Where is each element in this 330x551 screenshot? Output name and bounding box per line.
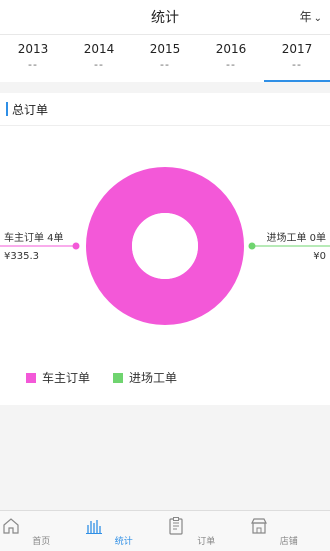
year-tab-2017[interactable]: 2017 --: [264, 35, 330, 82]
tab-home[interactable]: 首页: [0, 511, 83, 551]
tab-stats[interactable]: 统计: [83, 511, 166, 551]
year-tab-2014[interactable]: 2014 --: [66, 35, 132, 82]
legend-label: 进场工单: [129, 369, 177, 386]
period-label: 年: [300, 10, 312, 24]
chart-legend: 车主订单 进场工单: [0, 369, 330, 389]
page-title: 统计: [151, 10, 179, 26]
left-leader-dot: [73, 243, 80, 250]
order-donut-chart: 车主订单 4单 ¥335.3 进场工单 0单 ¥0: [0, 133, 330, 363]
tab-orders[interactable]: 订单: [165, 511, 248, 551]
year-tab-2013[interactable]: 2013 --: [0, 35, 66, 82]
year-value: --: [132, 58, 198, 71]
series-label-entry: 进场工单 0单: [266, 231, 326, 244]
right-leader-dot: [249, 243, 256, 250]
series-amount-entry: ¥0: [313, 251, 326, 262]
year-value: --: [0, 58, 66, 71]
section-title: 总订单: [12, 103, 48, 117]
legend-label: 车主订单: [42, 369, 90, 386]
period-selector[interactable]: 年⌄: [300, 0, 322, 36]
legend-item-entry[interactable]: 进场工单: [113, 369, 177, 386]
tab-label: 首页: [0, 537, 83, 547]
series-label-owner: 车主订单 4单: [4, 231, 64, 244]
stats-icon: [83, 515, 105, 537]
tab-label: 店铺: [248, 537, 330, 547]
series-amount-owner: ¥335.3: [4, 251, 39, 262]
total-orders-card: 总订单 车主订单 4单 ¥335.3 进场工单 0单 ¥0 车主订单 进场工单: [0, 93, 330, 405]
year-label: 2017: [264, 42, 330, 56]
donut-hole: [132, 213, 198, 279]
year-value: --: [264, 58, 330, 71]
year-label: 2015: [132, 42, 198, 56]
app-header: 统计 年⌄: [0, 0, 330, 34]
section-header: 总订单: [0, 93, 330, 126]
home-icon: [0, 515, 22, 537]
order-icon: [165, 515, 187, 537]
legend-swatch: [26, 373, 36, 383]
bottom-tab-bar: 首页 统计 订单 店铺: [0, 510, 330, 551]
tab-shop[interactable]: 店铺: [248, 511, 330, 551]
tab-label: 订单: [165, 537, 248, 547]
year-tab-2016[interactable]: 2016 --: [198, 35, 264, 82]
legend-item-owner[interactable]: 车主订单: [26, 369, 90, 386]
year-tabs: 2013 -- 2014 -- 2015 -- 2016 -- 2017 --: [0, 34, 330, 82]
tab-label: 统计: [83, 537, 166, 547]
year-label: 2013: [0, 42, 66, 56]
year-label: 2014: [66, 42, 132, 56]
legend-swatch: [113, 373, 123, 383]
year-value: --: [66, 58, 132, 71]
chevron-down-icon: ⌄: [314, 2, 322, 36]
year-value: --: [198, 58, 264, 71]
year-label: 2016: [198, 42, 264, 56]
shop-icon: [248, 515, 270, 537]
year-tab-2015[interactable]: 2015 --: [132, 35, 198, 82]
